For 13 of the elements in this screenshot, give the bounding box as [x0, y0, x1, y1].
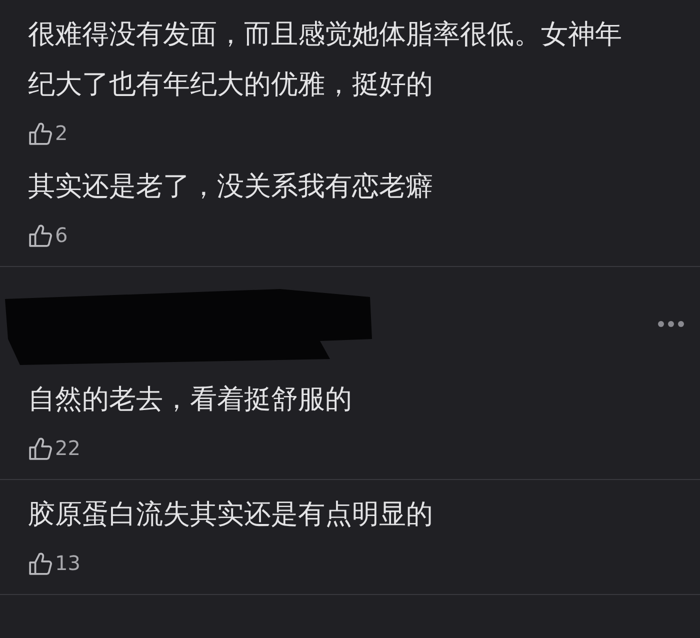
- thumbs-up-icon[interactable]: [28, 436, 53, 460]
- thumbs-up-icon[interactable]: [28, 120, 53, 146]
- like-button[interactable]: 13: [28, 540, 80, 586]
- comment-text: 自然的老去，看着挺舒服的: [28, 383, 353, 417]
- thumbs-up-icon[interactable]: [28, 222, 53, 248]
- thumbs-up-icon[interactable]: [28, 550, 53, 576]
- comment-text: 很难得没有发面，而且感觉她体脂率很低。女神年纪大了也有年纪大的优雅，挺好的: [28, 18, 623, 102]
- like-button[interactable]: 22: [28, 425, 80, 471]
- more-icon[interactable]: [657, 320, 685, 328]
- like-button[interactable]: 6: [28, 212, 68, 258]
- like-button[interactable]: 2: [28, 110, 68, 156]
- comment-text: 其实还是老了，没关系我有恋老癖: [28, 170, 434, 204]
- comment-text: 胶原蛋白流失其实还是有点明显的: [28, 498, 434, 532]
